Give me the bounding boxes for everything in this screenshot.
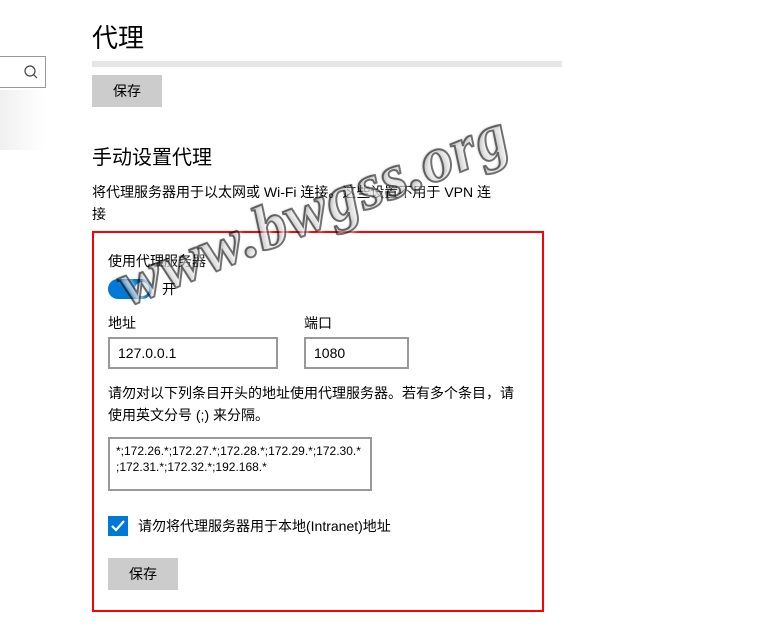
save-button-top[interactable]: 保存	[92, 75, 162, 107]
proxy-toggle[interactable]	[108, 279, 152, 299]
toggle-knob	[135, 282, 149, 296]
manual-proxy-description: 将代理服务器用于以太网或 Wi-Fi 连接。这些设置不用于 VPN 连 接	[92, 182, 522, 225]
search-box-stub[interactable]	[0, 56, 46, 88]
section-title-manual-proxy: 手动设置代理	[92, 141, 652, 170]
save-button-bottom[interactable]: 保存	[108, 558, 178, 590]
desc-line2: 接	[92, 206, 106, 222]
port-field: 端口	[304, 313, 409, 369]
desc-line1: 将代理服务器用于以太网或 Wi-Fi 连接。这些设置不用于 VPN 连	[92, 184, 491, 200]
intranet-checkbox-row: 请勿将代理服务器用于本地(Intranet)地址	[108, 516, 528, 536]
address-caption: 地址	[108, 313, 278, 333]
intranet-checkbox-label: 请勿将代理服务器用于本地(Intranet)地址	[138, 516, 391, 536]
use-proxy-label: 使用代理服务器	[108, 251, 528, 271]
search-icon	[23, 64, 39, 80]
toggle-state-label: 开	[162, 279, 176, 299]
exceptions-note: 请勿对以下列条目开头的地址使用代理服务器。若有多个条目，请使用英文分号 (;) …	[108, 383, 518, 426]
port-caption: 端口	[304, 313, 409, 333]
address-port-row: 地址 端口	[108, 313, 528, 369]
settings-content: 代理 保存 手动设置代理 将代理服务器用于以太网或 Wi-Fi 连接。这些设置不…	[92, 18, 652, 612]
sidebar-shadow	[0, 90, 46, 150]
highlight-box: 使用代理服务器 开 地址 端口 请勿对以下列条目开头的地址使用代理服务器。若有多…	[92, 231, 544, 611]
divider	[92, 61, 562, 67]
intranet-checkbox[interactable]	[108, 516, 128, 536]
address-input[interactable]	[108, 337, 278, 369]
exceptions-textarea[interactable]: *;172.26.*;172.27.*;172.28.*;172.29.*;17…	[108, 437, 372, 491]
check-icon	[110, 518, 126, 534]
port-input[interactable]	[304, 337, 409, 369]
proxy-toggle-row: 开	[108, 279, 528, 299]
page-title: 代理	[92, 18, 652, 55]
address-field: 地址	[108, 313, 278, 369]
